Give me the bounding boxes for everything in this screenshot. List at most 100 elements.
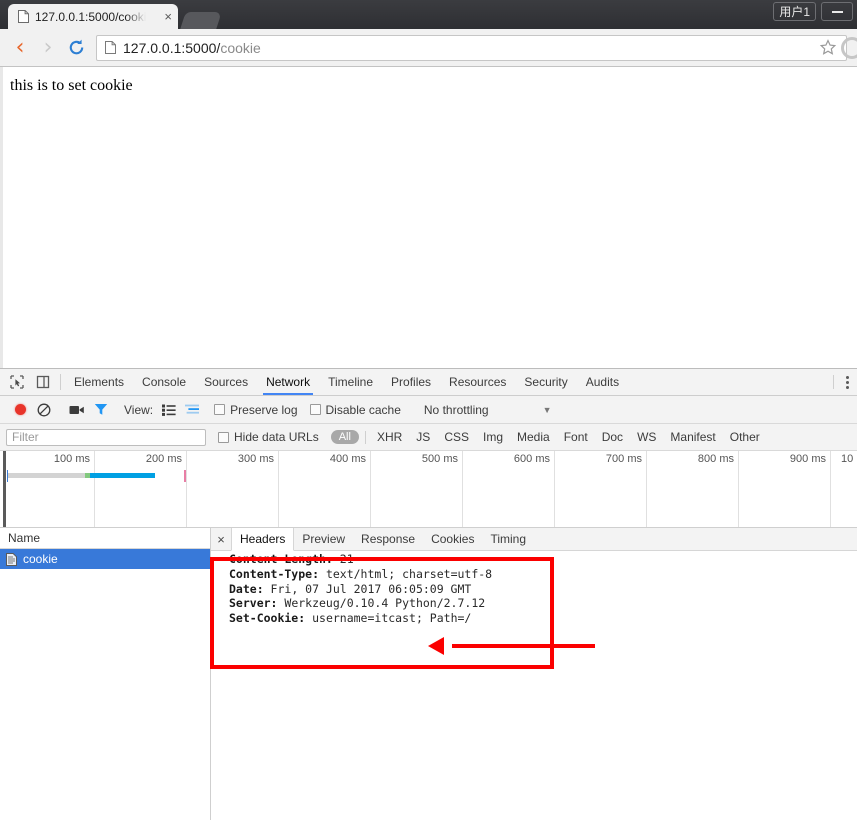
more-options-icon[interactable]: [840, 376, 854, 389]
clear-icon: [37, 403, 51, 417]
detail-tab-preview[interactable]: Preview: [294, 528, 353, 550]
browser-toolbar: ‹ › 127.0.0.1:5000/cookie: [0, 29, 857, 67]
network-split-view: Name cookie × Headers Preview Response C…: [0, 528, 857, 820]
dom-content-loaded-marker: [7, 470, 8, 482]
tab-resources[interactable]: Resources: [440, 369, 515, 395]
timeline-tick: 800 ms: [647, 451, 739, 527]
waterfall-icon: [185, 404, 201, 416]
network-toolbar: View: Preserve log: [0, 396, 857, 424]
header-value: Fri, 07 Jul 2017 06:05:09 GMT: [264, 582, 472, 596]
bookmark-star-icon[interactable]: [818, 38, 838, 57]
document-icon: [6, 553, 17, 566]
tab-close-button[interactable]: ×: [156, 10, 172, 23]
capture-screenshots-button[interactable]: [65, 398, 89, 422]
close-detail-button[interactable]: ×: [211, 528, 231, 550]
address-bar[interactable]: 127.0.0.1:5000/cookie: [96, 35, 847, 61]
preserve-log-checkbox[interactable]: Preserve log: [214, 403, 297, 417]
list-view-button[interactable]: [157, 398, 181, 422]
detail-tab-headers[interactable]: Headers: [231, 528, 294, 551]
reload-button[interactable]: [62, 34, 90, 62]
tab-security[interactable]: Security: [515, 369, 576, 395]
filter-type-all[interactable]: All: [331, 430, 359, 444]
user-profile-button[interactable]: 用户1: [773, 2, 816, 21]
toggle-device-toolbar-button[interactable]: [30, 369, 56, 395]
filter-type-other[interactable]: Other: [723, 430, 767, 444]
tab-elements[interactable]: Elements: [65, 369, 133, 395]
filter-type-xhr[interactable]: XHR: [370, 430, 409, 444]
tab-console[interactable]: Console: [133, 369, 195, 395]
filter-type-media[interactable]: Media: [510, 430, 557, 444]
request-detail-pane: × Headers Preview Response Cookies Timin…: [211, 528, 857, 820]
header-value: Werkzeug/0.10.4 Python/2.7.12: [277, 596, 485, 610]
filter-type-manifest[interactable]: Manifest: [663, 430, 722, 444]
filter-input[interactable]: Filter: [6, 429, 206, 446]
filter-type-ws[interactable]: WS: [630, 430, 663, 444]
filter-toggle-button[interactable]: [89, 398, 113, 422]
header-row: Content-Length: 21: [229, 552, 857, 567]
clear-button[interactable]: [32, 398, 56, 422]
overview-left-handle[interactable]: [3, 451, 6, 527]
timeline-tick: 500 ms: [371, 451, 463, 527]
timeline-tick: 400 ms: [279, 451, 371, 527]
minimize-button[interactable]: [821, 2, 853, 21]
timeline-tick: 200 ms: [95, 451, 187, 527]
browser-window: 127.0.0.1:5000/cooki × 用户1 ‹ ›: [0, 0, 857, 661]
overview-request-bar-download: [90, 473, 155, 478]
header-key: Content-Type:: [229, 567, 319, 581]
response-headers-list: Content-Length: 21 Content-Type: text/ht…: [211, 551, 857, 626]
header-value: username=itcast; Path=/: [305, 611, 471, 625]
toolbar-separator: [365, 431, 366, 444]
throttling-select[interactable]: No throttling ▼: [424, 403, 552, 417]
checkbox-box: [218, 432, 229, 443]
page-scrollbar[interactable]: [0, 67, 3, 368]
profile-avatar-icon[interactable]: [841, 37, 857, 59]
waterfall-view-button[interactable]: [181, 398, 205, 422]
detail-tab-cookies[interactable]: Cookies: [423, 528, 482, 550]
page-body-text: this is to set cookie: [0, 67, 857, 95]
chevron-left-icon: ‹: [16, 37, 25, 59]
chevron-down-icon: ▼: [543, 405, 552, 415]
request-row-cookie[interactable]: cookie: [0, 549, 210, 569]
filter-type-css[interactable]: CSS: [437, 430, 476, 444]
header-value: 21: [333, 552, 354, 566]
timeline-tick: 300 ms: [187, 451, 279, 527]
network-overview[interactable]: 100 ms 200 ms 300 ms 400 ms 500 ms 600 m…: [0, 451, 857, 528]
hide-data-urls-checkbox[interactable]: Hide data URLs: [218, 430, 319, 444]
annotation-arrow-head: [428, 637, 444, 655]
new-tab-button[interactable]: [180, 12, 222, 29]
back-button[interactable]: ‹: [6, 34, 34, 62]
timeline-tick-label: 10: [841, 453, 853, 465]
tab-timeline[interactable]: Timeline: [319, 369, 382, 395]
record-button[interactable]: [8, 398, 32, 422]
disable-cache-checkbox[interactable]: Disable cache: [310, 403, 401, 417]
header-value: text/html; charset=utf-8: [319, 567, 492, 581]
toolbar-separator: [833, 375, 834, 389]
request-list-header[interactable]: Name: [0, 528, 210, 549]
header-row: Server: Werkzeug/0.10.4 Python/2.7.12: [229, 596, 857, 611]
header-row: Set-Cookie: username=itcast; Path=/: [229, 611, 857, 626]
tab-profiles[interactable]: Profiles: [382, 369, 440, 395]
detail-tab-timing[interactable]: Timing: [482, 528, 534, 550]
title-bar: 127.0.0.1:5000/cooki × 用户1: [0, 0, 857, 29]
timeline-tick-label: 700 ms: [606, 453, 642, 465]
detail-tab-response[interactable]: Response: [353, 528, 423, 550]
browser-tab[interactable]: 127.0.0.1:5000/cooki ×: [8, 4, 178, 29]
tab-network[interactable]: Network: [257, 369, 319, 395]
toolbar-separator: [60, 374, 61, 390]
tab-sources[interactable]: Sources: [195, 369, 257, 395]
filter-type-font[interactable]: Font: [557, 430, 595, 444]
timeline-tick-label: 900 ms: [790, 453, 826, 465]
filter-funnel-icon: [94, 403, 108, 416]
timeline-tick: 100 ms: [0, 451, 95, 527]
hide-data-urls-label: Hide data URLs: [234, 430, 319, 444]
filter-type-doc[interactable]: Doc: [595, 430, 630, 444]
window-buttons: 用户1: [773, 2, 853, 21]
timeline-tick-label: 600 ms: [514, 453, 550, 465]
forward-button[interactable]: ›: [34, 34, 62, 62]
view-label: View:: [124, 403, 153, 417]
filter-type-js[interactable]: JS: [409, 430, 437, 444]
tab-audits[interactable]: Audits: [577, 369, 628, 395]
header-row: Content-Type: text/html; charset=utf-8: [229, 567, 857, 582]
filter-type-img[interactable]: Img: [476, 430, 510, 444]
inspect-element-button[interactable]: [4, 369, 30, 395]
